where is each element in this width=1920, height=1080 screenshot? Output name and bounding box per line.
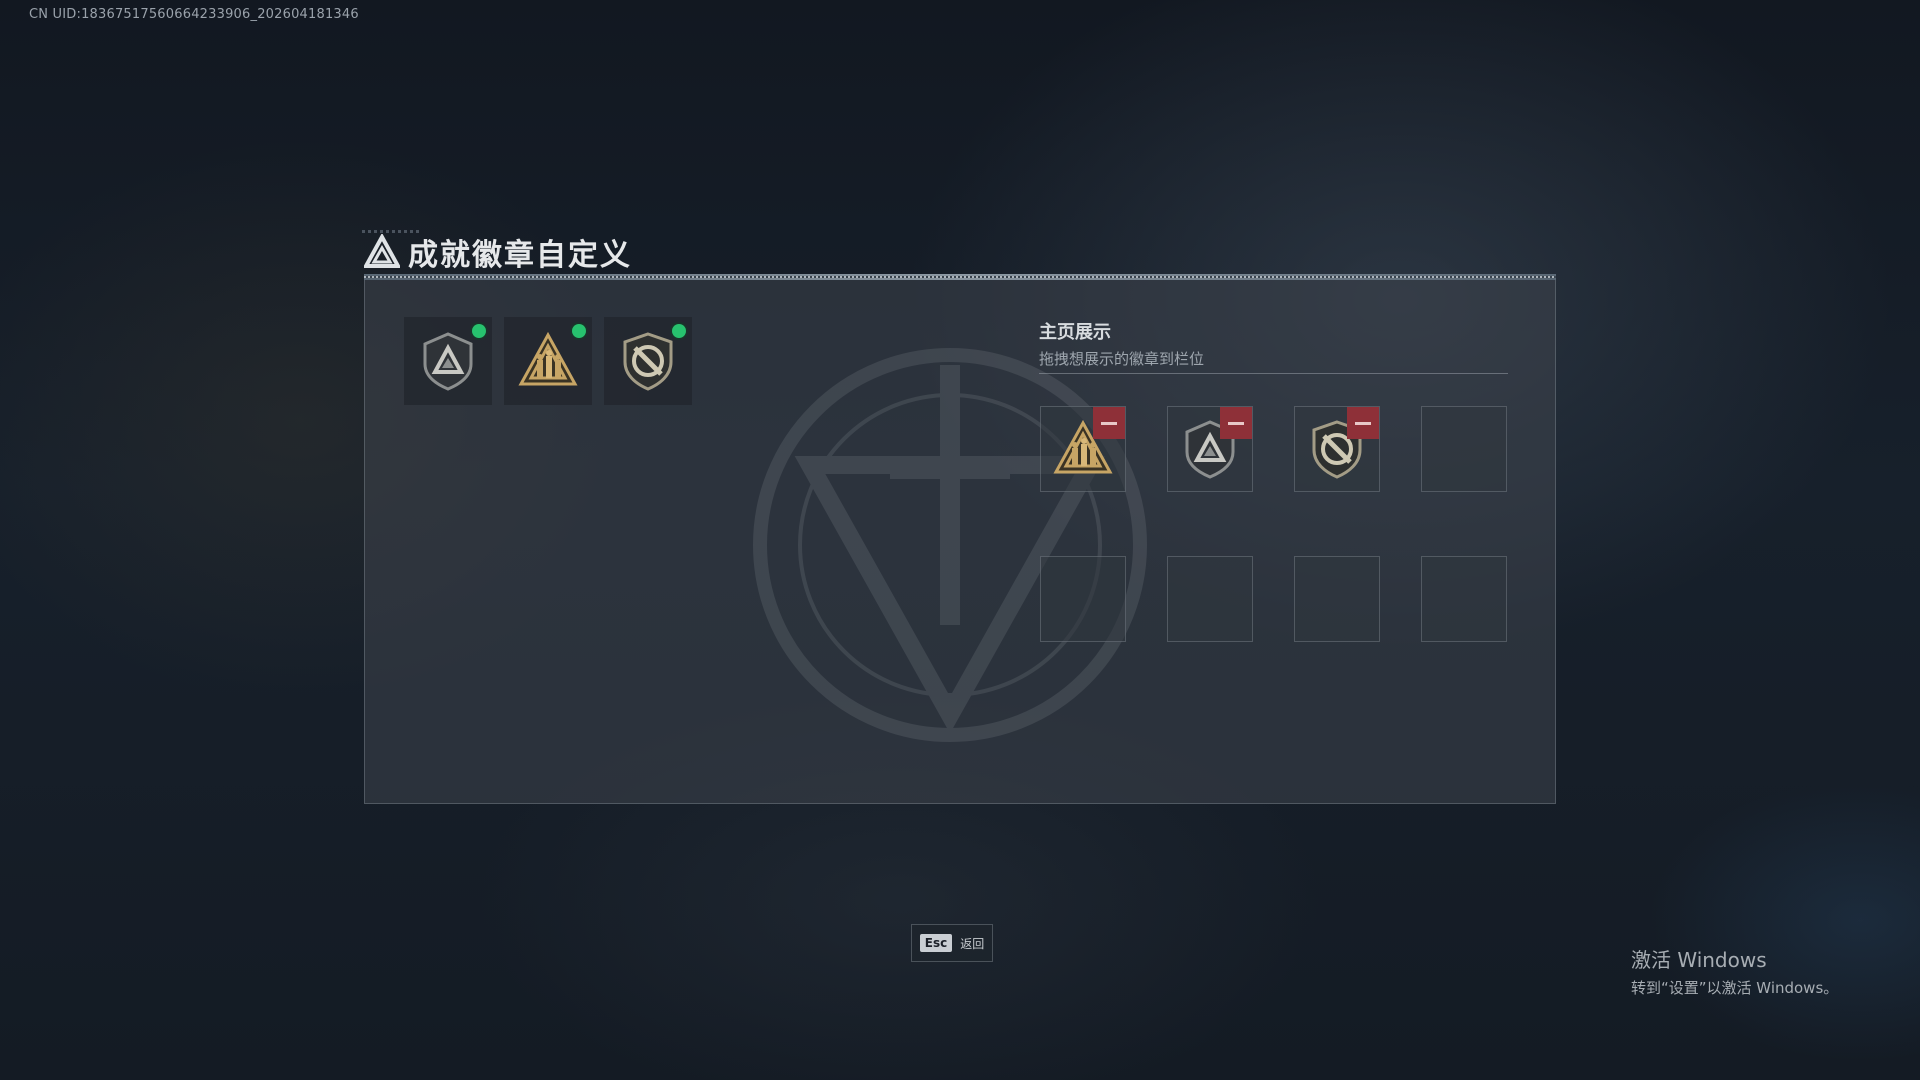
showcase-slot-7[interactable] — [1294, 556, 1380, 642]
remove-badge-button[interactable] — [1220, 407, 1252, 439]
showcase-slot-5[interactable] — [1040, 556, 1126, 642]
equipped-indicator — [472, 324, 486, 338]
windows-activation-watermark: 激活 Windows 转到“设置”以激活 Windows。 — [1631, 944, 1838, 998]
showcase-slots-grid — [1040, 406, 1507, 642]
dialog-header: 成就徽章自定义 — [364, 233, 632, 273]
minus-icon — [1101, 421, 1117, 425]
uid-label: CN UID:1836751756066423390​6_20260418134… — [29, 7, 359, 22]
showcase-title: 主页展示 — [1039, 322, 1111, 343]
showcase-header: 主页展示 拖拽想展示的徽章到栏位 — [1039, 318, 1204, 369]
showcase-slot-3[interactable] — [1294, 406, 1380, 492]
owned-badges-list — [404, 317, 692, 405]
watermark-subtitle: 转到“设置”以激活 Windows。 — [1631, 979, 1839, 997]
showcase-divider — [1039, 373, 1508, 374]
showcase-slot-6[interactable] — [1167, 556, 1253, 642]
showcase-slot-8[interactable] — [1421, 556, 1507, 642]
showcase-subtitle: 拖拽想展示的徽章到栏位 — [1039, 350, 1205, 368]
showcase-slot-1[interactable] — [1040, 406, 1126, 492]
dialog-title: 成就徽章自定义 — [408, 238, 632, 273]
showcase-slot-4[interactable] — [1421, 406, 1507, 492]
minus-icon — [1355, 421, 1371, 425]
equipped-indicator — [672, 324, 686, 338]
soldiers-triangle-badge-icon — [518, 331, 578, 386]
esc-key-hint: Esc — [919, 934, 953, 952]
owned-badge-soldiers-triangle[interactable] — [504, 317, 592, 405]
remove-badge-button[interactable] — [1347, 407, 1379, 439]
owned-badge-crossed-shield[interactable] — [604, 317, 692, 405]
back-label: 返回 — [960, 936, 985, 951]
back-button[interactable]: Esc 返回 — [911, 924, 993, 962]
remove-badge-button[interactable] — [1093, 407, 1125, 439]
owned-badge-triangle-shield[interactable] — [404, 317, 492, 405]
panel-top-border — [364, 274, 1556, 280]
equipped-indicator — [572, 324, 586, 338]
triangle-shield-badge-icon — [423, 332, 473, 391]
triangle-logo-icon — [364, 234, 400, 268]
showcase-slot-2[interactable] — [1167, 406, 1253, 492]
minus-icon — [1228, 421, 1244, 425]
crossed-shield-badge-icon — [623, 332, 673, 391]
watermark-title: 激活 Windows — [1631, 948, 1767, 972]
